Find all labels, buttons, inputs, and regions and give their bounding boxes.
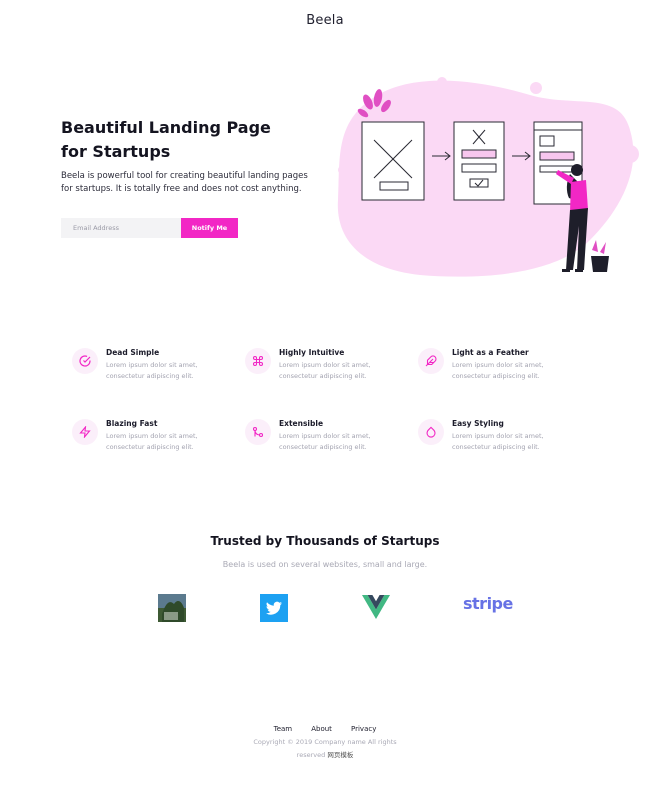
feature-title: Highly Intuitive	[279, 348, 345, 357]
footer-link-team[interactable]: Team	[274, 725, 293, 733]
feature-description: Lorem ipsum dolor sit amet, consectetur …	[279, 432, 371, 451]
droplet-icon	[418, 419, 444, 445]
footer-nav: Team About Privacy	[0, 716, 650, 735]
check-circle-icon	[72, 348, 98, 374]
stripe-logo[interactable]: stripe	[463, 594, 513, 613]
command-icon	[245, 348, 271, 374]
feature-dead-simple: Dead Simple Lorem ipsum dolor sit amet, …	[72, 345, 242, 385]
footer-link-privacy[interactable]: Privacy	[351, 725, 376, 733]
brand-logo[interactable]: Beela	[0, 13, 650, 28]
email-input[interactable]	[61, 218, 181, 238]
hero-subtitle: Beela is powerful tool for creating beau…	[61, 171, 308, 194]
feature-title: Easy Styling	[452, 419, 504, 428]
feature-description: Lorem ipsum dolor sit amet, consectetur …	[452, 361, 544, 380]
feature-light-as-a-feather: Light as a Feather Lorem ipsum dolor sit…	[418, 345, 588, 385]
credit-link[interactable]: 网页模板	[327, 751, 353, 759]
notify-me-button[interactable]: Notify Me	[181, 218, 238, 238]
zap-icon	[72, 419, 98, 445]
hero-title: Beautiful Landing Page for Startups	[61, 118, 271, 161]
feature-title: Light as a Feather	[452, 348, 529, 357]
trusted-subtitle: Beela is used on several websites, small…	[222, 560, 428, 569]
git-merge-icon	[245, 419, 271, 445]
feature-description: Lorem ipsum dolor sit amet, consectetur …	[106, 432, 198, 451]
trusted-title: Trusted by Thousands of Startups	[210, 534, 440, 548]
subscribe-form: Notify Me	[61, 218, 238, 238]
feature-description: Lorem ipsum dolor sit amet, consectetur …	[106, 361, 198, 380]
copyright: Copyright © 2019 Company name All rights	[253, 738, 397, 746]
feather-icon	[418, 348, 444, 374]
logo-row: stripe	[0, 592, 650, 628]
feature-highly-intuitive: Highly Intuitive Lorem ipsum dolor sit a…	[245, 345, 415, 385]
twitter-logo[interactable]	[260, 594, 288, 622]
credit-prefix: reserved	[296, 751, 326, 759]
feature-extensible: Extensible Lorem ipsum dolor sit amet, c…	[245, 416, 415, 456]
feature-easy-styling: Easy Styling Lorem ipsum dolor sit amet,…	[418, 416, 588, 456]
feature-title: Dead Simple	[106, 348, 160, 357]
feature-description: Lorem ipsum dolor sit amet, consectetur …	[452, 432, 544, 451]
hero-illustration	[337, 77, 639, 277]
feature-title: Blazing Fast	[106, 419, 158, 428]
potted-plant-icon	[591, 240, 609, 272]
vue-logo[interactable]	[362, 595, 390, 619]
photo-logo[interactable]	[158, 594, 186, 622]
footer-link-about[interactable]: About	[311, 725, 332, 733]
credit: reserved 网页模板	[0, 749, 650, 759]
wireframe-card-2	[453, 121, 505, 201]
feature-title: Extensible	[279, 419, 324, 428]
feature-description: Lorem ipsum dolor sit amet, consectetur …	[279, 361, 371, 380]
feature-blazing-fast: Blazing Fast Lorem ipsum dolor sit amet,…	[72, 416, 242, 456]
wireframe-card-1	[361, 121, 425, 201]
